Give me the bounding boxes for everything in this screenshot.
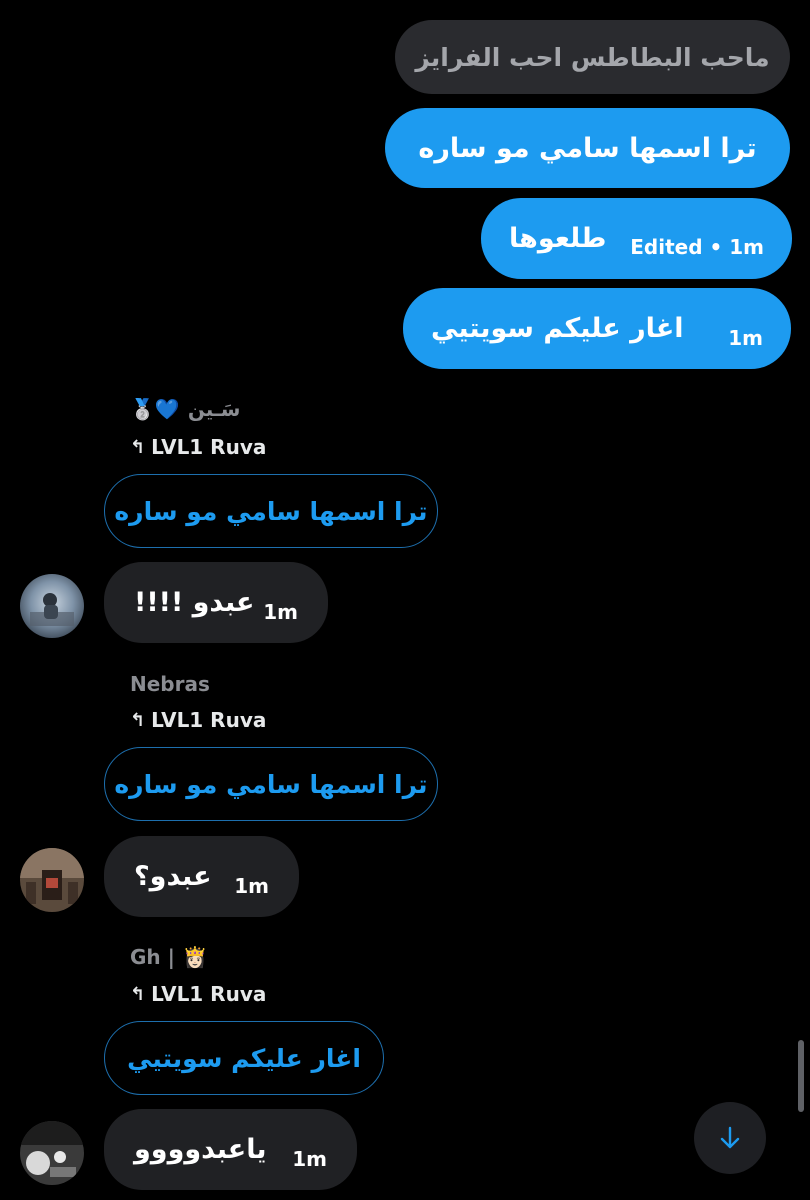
quoted-message[interactable]: ترا اسمها سامي مو ساره — [104, 474, 438, 548]
message-timestamp: 1m — [263, 599, 298, 624]
reply-arrow-icon: ↰ — [130, 436, 146, 458]
reply-target: LVL1 Ruva — [151, 982, 267, 1006]
arrow-down-icon — [720, 1126, 740, 1149]
message-text: عبدو؟ — [134, 861, 212, 892]
message-text: ياعبدوووو — [134, 1134, 267, 1165]
reply-indicator: ↰ LVL1 Ruva — [130, 982, 266, 1006]
message-timestamp: Edited • 1m — [630, 234, 764, 259]
reply-arrow-icon: ↰ — [130, 709, 146, 731]
message-text: اغار عليكم سويتيي — [431, 313, 684, 344]
sender-name[interactable]: 🥈💙 سَـين — [130, 397, 240, 421]
sender-name[interactable]: Gh | 👸🏻 — [130, 945, 208, 969]
message-timestamp: 1m — [234, 873, 269, 898]
scrollbar-thumb[interactable] — [798, 1040, 804, 1112]
sender-label: Nebras — [130, 672, 210, 696]
sender-badges: 🥈💙 — [130, 397, 180, 421]
message-text: ماحب البطاطس احب الفرايز — [415, 42, 770, 72]
outgoing-message-bubble[interactable]: 1m اغار عليكم سويتيي — [403, 288, 791, 369]
message-text: عبدو !!!! — [134, 587, 255, 618]
quoted-text: اغار عليكم سويتيي — [127, 1043, 361, 1073]
incoming-message-bubble[interactable]: 1m ياعبدوووو — [104, 1109, 357, 1190]
scroll-to-bottom-button[interactable] — [694, 1102, 766, 1174]
message-timestamp: 1m — [292, 1146, 327, 1171]
reply-target: LVL1 Ruva — [151, 708, 267, 732]
outgoing-message-bubble[interactable]: Edited • 1m طلعوها — [481, 198, 792, 279]
message-text: ترا اسمها سامي مو ساره — [418, 132, 757, 164]
incoming-message-bubble[interactable]: 1m عبدو !!!! — [104, 562, 328, 643]
sender-label: Gh | — [130, 945, 175, 969]
incoming-message-bubble[interactable]: 1m عبدو؟ — [104, 836, 299, 917]
quoted-text: ترا اسمها سامي مو ساره — [114, 496, 428, 526]
avatar[interactable] — [20, 848, 84, 912]
reply-indicator: ↰ LVL1 Ruva — [130, 435, 266, 459]
message-timestamp: 1m — [728, 325, 763, 350]
quoted-text: ترا اسمها سامي مو ساره — [114, 769, 428, 799]
outgoing-quoted-bubble[interactable]: ماحب البطاطس احب الفرايز — [395, 20, 790, 94]
sender-name[interactable]: Nebras — [130, 672, 210, 696]
quoted-message[interactable]: ترا اسمها سامي مو ساره — [104, 747, 438, 821]
outgoing-message-bubble[interactable]: ترا اسمها سامي مو ساره — [385, 108, 790, 188]
reply-arrow-icon: ↰ — [130, 983, 146, 1005]
avatar[interactable] — [20, 1121, 84, 1185]
reply-indicator: ↰ LVL1 Ruva — [130, 708, 266, 732]
reply-target: LVL1 Ruva — [151, 435, 267, 459]
sender-badges: 👸🏻 — [182, 945, 208, 969]
quoted-message[interactable]: اغار عليكم سويتيي — [104, 1021, 384, 1095]
sender-label: سَـين — [187, 397, 241, 421]
message-text: طلعوها — [509, 223, 607, 254]
avatar[interactable] — [20, 574, 84, 638]
